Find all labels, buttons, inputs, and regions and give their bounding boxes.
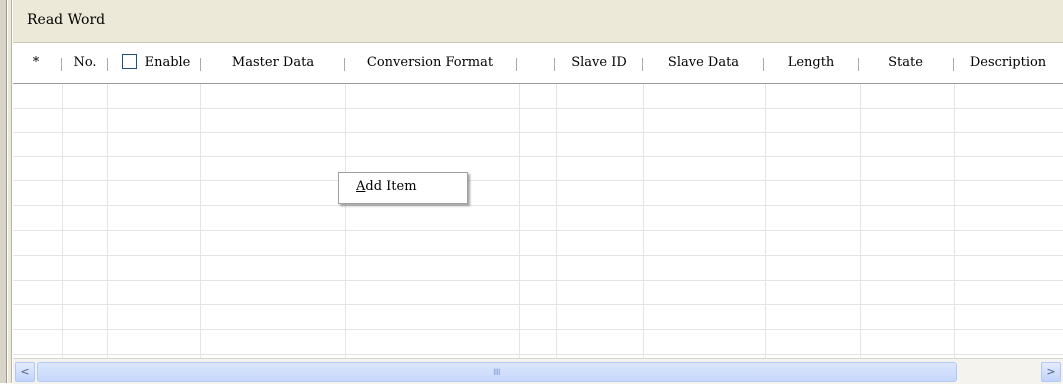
read-word-panel: Read Word * No. Enable Master Data Conve… (13, 0, 1063, 384)
horizontal-scrollbar[interactable]: < IIII > (13, 358, 1063, 384)
col-enable[interactable]: Enable (110, 43, 202, 83)
add-item-label: dd Item (365, 179, 417, 194)
table-header: * No. Enable Master Data Conversion Form… (13, 43, 1063, 84)
panel-title: Read Word (27, 12, 106, 28)
header-separator (200, 58, 201, 71)
col-length[interactable]: Length (764, 43, 858, 83)
col-slave-id[interactable]: Slave ID (555, 43, 643, 83)
grid-col-line (765, 84, 766, 358)
header-separator (107, 58, 108, 71)
col-star[interactable]: * (13, 43, 59, 83)
grid-row-line (13, 205, 1063, 206)
scroll-left-button[interactable]: < (15, 362, 35, 382)
chevron-right-icon: > (1046, 365, 1056, 378)
scroll-thumb[interactable]: IIII (37, 362, 957, 382)
col-conversion-format[interactable]: Conversion Format (344, 43, 516, 83)
header-separator (763, 58, 764, 71)
chevron-left-icon: < (20, 365, 30, 378)
grid-col-line (62, 84, 63, 358)
splitter-edge (8, 0, 12, 383)
col-state[interactable]: State (858, 43, 953, 83)
header-separator (61, 58, 62, 71)
grid-row-line (13, 230, 1063, 231)
grid-col-line (954, 84, 955, 358)
col-no[interactable]: No. (63, 43, 107, 83)
grid-row-line (13, 180, 1063, 181)
enable-all-checkbox[interactable] (121, 54, 137, 69)
panel-title-bar: Read Word (13, 0, 1063, 43)
grid-row-line (13, 108, 1063, 109)
grid-col-line (643, 84, 644, 358)
grid-col-line (107, 84, 108, 358)
grid-col-line (200, 84, 201, 358)
grid-row-line (13, 304, 1063, 305)
header-separator (642, 58, 643, 71)
grid-row-line (13, 280, 1063, 281)
col-slave-data[interactable]: Slave Data (643, 43, 764, 83)
grid-row-line (13, 354, 1063, 355)
data-grid[interactable] (13, 84, 1063, 358)
header-separator (953, 58, 954, 71)
scroll-right-button[interactable]: > (1041, 362, 1061, 382)
add-item-menu-item[interactable]: Add Item (356, 179, 417, 194)
grid-col-line (345, 84, 346, 358)
grid-col-line (519, 84, 520, 358)
grid-row-line (13, 255, 1063, 256)
add-item-accel: A (356, 179, 366, 194)
header-separator (344, 58, 345, 71)
header-separator (858, 58, 859, 71)
grip-icon: IIII (493, 368, 501, 378)
col-enable-label: Enable (144, 55, 191, 70)
splitter-bar[interactable] (0, 0, 7, 383)
header-separator (554, 58, 555, 71)
col-master-data[interactable]: Master Data (202, 43, 344, 83)
grid-col-line (860, 84, 861, 358)
grid-col-line (556, 84, 557, 358)
col-description[interactable]: Description (953, 43, 1063, 83)
grid-row-line (13, 156, 1063, 157)
grid-row-line (13, 329, 1063, 330)
header-separator (516, 58, 517, 71)
grid-row-line (13, 132, 1063, 133)
context-menu: Add Item (338, 172, 468, 204)
